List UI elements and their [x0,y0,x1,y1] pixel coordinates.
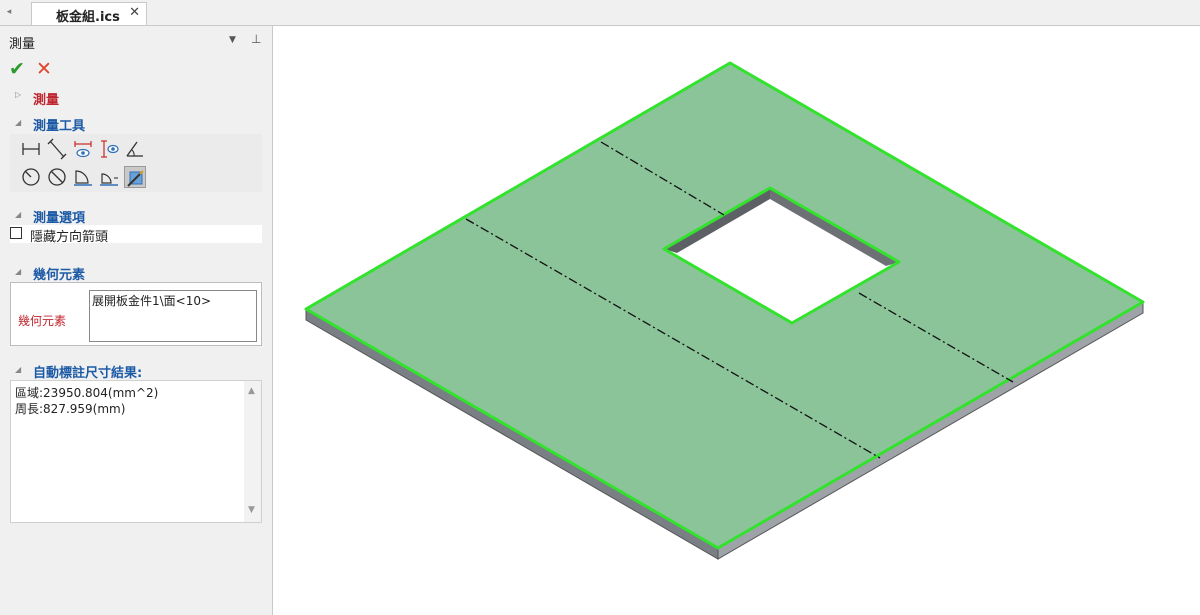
scroll-down-icon[interactable]: ▼ [248,505,255,515]
measure-results-box[interactable]: 區域:23950.804(mm^2) 周長:827.959(mm) ▲ ▼ [10,380,262,523]
panel-menu-icon[interactable]: ▼ [229,35,236,45]
section-options-header[interactable]: 測量選項 [33,207,85,226]
confirm-button[interactable]: ✔ [9,58,25,80]
dimension-aligned-icon[interactable] [46,138,68,160]
dimension-horizontal-icon[interactable] [20,138,42,160]
circle-diameter-icon[interactable] [46,166,68,188]
document-tab-bar: ◂ 板金組.ics ✕ [0,0,1200,26]
document-tab[interactable]: 板金組.ics ✕ [31,2,147,25]
sheet-metal-model[interactable] [273,26,1200,615]
section-tools-header[interactable]: 測量工具 [33,115,85,134]
dimension-view-vertical-icon[interactable] [98,138,120,160]
hide-arrow-label: 隱藏方向箭頭 [30,230,109,245]
document-tab-title: 板金組.ics [56,10,120,25]
results-scrollbar[interactable]: ▲ ▼ [244,381,261,522]
angle-icon[interactable] [124,138,146,160]
arc-length-alt-icon[interactable] [98,166,120,188]
section-results-header[interactable]: 自動標註尺寸結果: [33,362,142,381]
geometry-selector: 幾何元素 展開板金件1\面<10> [10,282,262,346]
arc-length-icon[interactable] [72,166,94,188]
section-measure-header[interactable]: 測量 [33,89,59,108]
plate-top-face[interactable] [306,63,1143,548]
section-expanded-icon[interactable]: ◢ [15,267,21,276]
measure-panel: 測量 ▼ ⊥ ✔ ✕ ▷ 測量 ◢ 測量工具 ◢ 測量選項 隱藏方向箭頭 ◢ 幾… [0,26,273,615]
section-expanded-icon[interactable]: ◢ [15,210,21,219]
area-measure-icon[interactable] [124,166,146,188]
result-area: 區域:23950.804(mm^2) [15,386,159,400]
circle-radius-icon[interactable] [20,166,42,188]
geometry-field-label: 幾何元素 [18,314,67,328]
dimension-view-horizontal-icon[interactable] [72,138,94,160]
panel-title: 測量 [9,37,36,52]
section-expanded-icon[interactable]: ◢ [15,118,21,127]
close-tab-icon[interactable]: ✕ [129,5,140,20]
pin-icon[interactable]: ⊥ [251,32,261,46]
hide-arrow-option[interactable]: 隱藏方向箭頭 [10,225,262,245]
scroll-up-icon[interactable]: ▲ [248,386,255,396]
cancel-button[interactable]: ✕ [36,58,52,80]
section-expanded-icon[interactable]: ◢ [15,365,21,374]
geometry-selection-list[interactable]: 展開板金件1\面<10> [89,290,257,342]
tab-scroll-left-icon[interactable]: ◂ [3,4,15,20]
section-geometry-header[interactable]: 幾何元素 [33,264,85,283]
geometry-selection-item[interactable]: 展開板金件1\面<10> [92,292,211,309]
section-collapsed-icon[interactable]: ▷ [15,90,21,99]
measure-tools-toolbar [10,134,262,192]
result-perimeter: 周長:827.959(mm) [15,402,126,416]
3d-viewport[interactable] [273,26,1200,615]
hide-arrow-checkbox[interactable] [10,227,22,239]
